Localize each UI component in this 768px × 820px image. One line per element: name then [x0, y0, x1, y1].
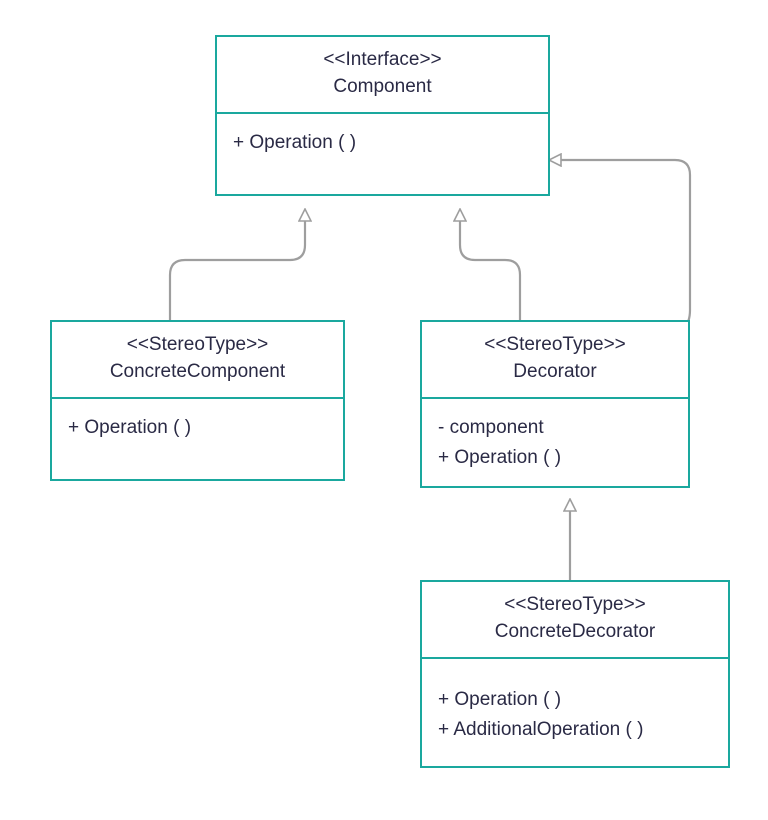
class-member: + Operation ( ) — [68, 413, 327, 442]
edge-decorator-aggregates-component — [550, 160, 690, 335]
class-concrete-component-header: <<StereoType>> ConcreteComponent — [52, 322, 343, 399]
class-concrete-decorator-header: <<StereoType>> ConcreteDecorator — [422, 582, 728, 659]
class-concrete-component-body: + Operation ( ) — [52, 399, 343, 478]
stereotype-label: <<StereoType>> — [66, 332, 329, 359]
class-component-header: <<Interface>> Component — [217, 37, 548, 114]
class-concrete-decorator-body: + Operation ( ) + AdditionalOperation ( … — [422, 659, 728, 766]
edge-decorator-to-component — [460, 210, 520, 320]
class-component: <<Interface>> Component + Operation ( ) — [215, 35, 550, 196]
stereotype-label: <<StereoType>> — [436, 332, 674, 359]
class-name: ConcreteDecorator — [436, 619, 714, 646]
class-decorator-header: <<StereoType>> Decorator — [422, 322, 688, 399]
class-member: + Operation ( ) — [438, 443, 672, 472]
class-decorator: <<StereoType>> Decorator - component + O… — [420, 320, 690, 488]
class-concrete-decorator: <<StereoType>> ConcreteDecorator + Opera… — [420, 580, 730, 768]
class-component-body: + Operation ( ) — [217, 114, 548, 193]
class-name: Decorator — [436, 359, 674, 386]
class-decorator-body: - component + Operation ( ) — [422, 399, 688, 486]
class-concrete-component: <<StereoType>> ConcreteComponent + Opera… — [50, 320, 345, 481]
class-member: + Operation ( ) — [233, 128, 532, 157]
class-name: ConcreteComponent — [66, 359, 329, 386]
class-member: + Operation ( ) — [438, 685, 712, 714]
class-member: + AdditionalOperation ( ) — [438, 715, 712, 744]
edge-concretecomponent-to-component — [170, 210, 305, 320]
class-name: Component — [231, 74, 534, 101]
stereotype-label: <<Interface>> — [231, 47, 534, 74]
stereotype-label: <<StereoType>> — [436, 592, 714, 619]
class-member: - component — [438, 413, 672, 442]
